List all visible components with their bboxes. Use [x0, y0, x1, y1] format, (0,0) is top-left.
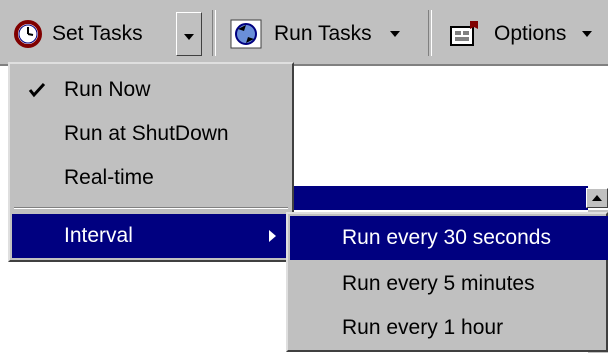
- toolbar: Set Tasks Run Tasks Options: [0, 0, 608, 66]
- options-icon: [450, 21, 478, 46]
- set-tasks-menu: Run Now Run at ShutDown Real-time Interv…: [8, 62, 294, 262]
- run-tasks-icon: [230, 19, 262, 49]
- menu-item-run-at-shutdown[interactable]: Run at ShutDown: [12, 112, 290, 156]
- options-label: Options: [494, 22, 567, 45]
- menu-item-label: Run at ShutDown: [64, 122, 229, 145]
- run-tasks-button[interactable]: Run Tasks: [230, 12, 400, 56]
- run-tasks-label: Run Tasks: [274, 22, 372, 45]
- interval-submenu: Run every 30 seconds Run every 5 minutes…: [286, 212, 608, 352]
- chevron-down-icon: [582, 31, 593, 37]
- scroll-up-button[interactable]: [586, 188, 608, 208]
- selected-row-strip: [292, 186, 588, 210]
- menu-item-real-time[interactable]: Real-time: [12, 156, 290, 200]
- submenu-item-label: Run every 1 hour: [342, 316, 504, 339]
- set-tasks-dropdown-button[interactable]: [176, 12, 202, 56]
- submenu-item-label: Run every 30 seconds: [342, 226, 551, 249]
- set-tasks-label: Set Tasks: [52, 22, 143, 45]
- submenu-arrow-icon: [269, 230, 276, 242]
- toolbar-separator: [212, 10, 216, 56]
- checkmark-icon: [28, 82, 46, 98]
- submenu-item-5-minutes[interactable]: Run every 5 minutes: [290, 262, 608, 306]
- options-button[interactable]: Options: [448, 12, 593, 56]
- toolbar-separator: [428, 10, 432, 56]
- menu-item-run-now[interactable]: Run Now: [12, 68, 290, 112]
- menu-item-label: Interval: [64, 224, 133, 247]
- menu-item-interval[interactable]: Interval: [12, 214, 290, 258]
- chevron-down-icon: [389, 31, 400, 37]
- submenu-item-30-seconds[interactable]: Run every 30 seconds: [290, 216, 608, 260]
- clock-icon: [14, 20, 42, 48]
- submenu-item-1-hour[interactable]: Run every 1 hour: [290, 306, 608, 350]
- arrow-up-icon: [592, 195, 602, 201]
- chevron-down-icon: [184, 34, 194, 40]
- menu-item-label: Run Now: [64, 78, 151, 101]
- set-tasks-button[interactable]: Set Tasks: [14, 12, 143, 56]
- menu-item-label: Real-time: [64, 166, 154, 189]
- submenu-item-label: Run every 5 minutes: [342, 272, 535, 295]
- menu-separator: [14, 207, 288, 209]
